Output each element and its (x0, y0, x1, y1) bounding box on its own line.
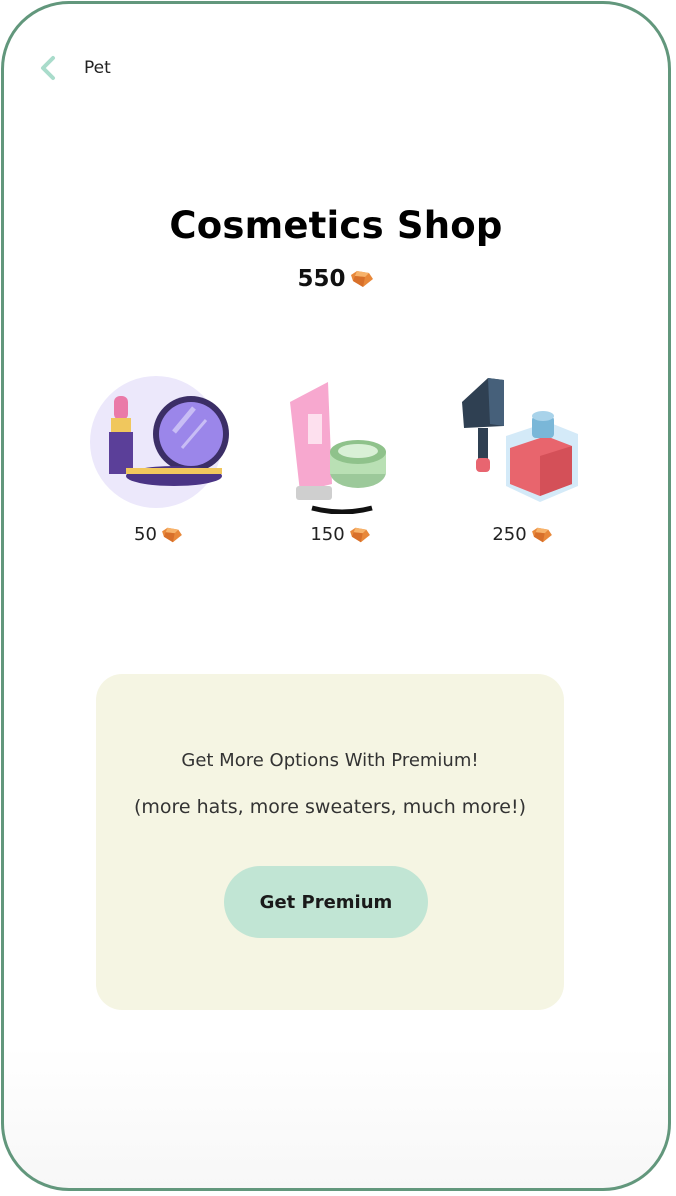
page-title: Cosmetics Shop (169, 204, 503, 247)
shop-item-makeup-set[interactable]: 50 (84, 374, 234, 554)
item-price-value: 50 (134, 524, 157, 545)
premium-subtext: (more hats, more sweaters, much more!) (133, 796, 527, 818)
top-bar: Pet (34, 48, 111, 88)
makeup-set-image (90, 376, 229, 508)
shop-item-cream[interactable]: 150 (266, 374, 416, 554)
gem-icon (162, 527, 182, 542)
premium-promo-card: Get More Options With Premium! (more hat… (96, 674, 564, 1010)
item-price-value: 250 (492, 524, 527, 545)
coin-balance: 550 (4, 266, 668, 292)
item-price: 250 (448, 524, 598, 545)
phone-frame: Pet Cosmetics Shop 550 50 150 250 Get Mo… (1, 1, 671, 1191)
gem-icon (350, 271, 373, 287)
nail-polish-bottle-image (462, 378, 578, 502)
item-price: 50 (84, 524, 234, 545)
item-price: 150 (266, 524, 416, 545)
balance-amount: 550 (297, 266, 346, 292)
shop-item-nail-polish[interactable]: 250 (448, 374, 598, 554)
gem-icon (349, 527, 370, 542)
back-button[interactable] (34, 52, 62, 84)
header-title: Pet (84, 58, 111, 78)
get-premium-button[interactable]: Get Premium (224, 866, 428, 938)
chevron-left-icon (41, 56, 55, 80)
item-price-value: 150 (310, 524, 345, 545)
premium-headline: Get More Options With Premium! (181, 750, 479, 771)
shop-items: 50 150 250 (4, 374, 668, 554)
cream-tube-and-jar-image (290, 382, 386, 514)
gem-icon (531, 527, 552, 542)
